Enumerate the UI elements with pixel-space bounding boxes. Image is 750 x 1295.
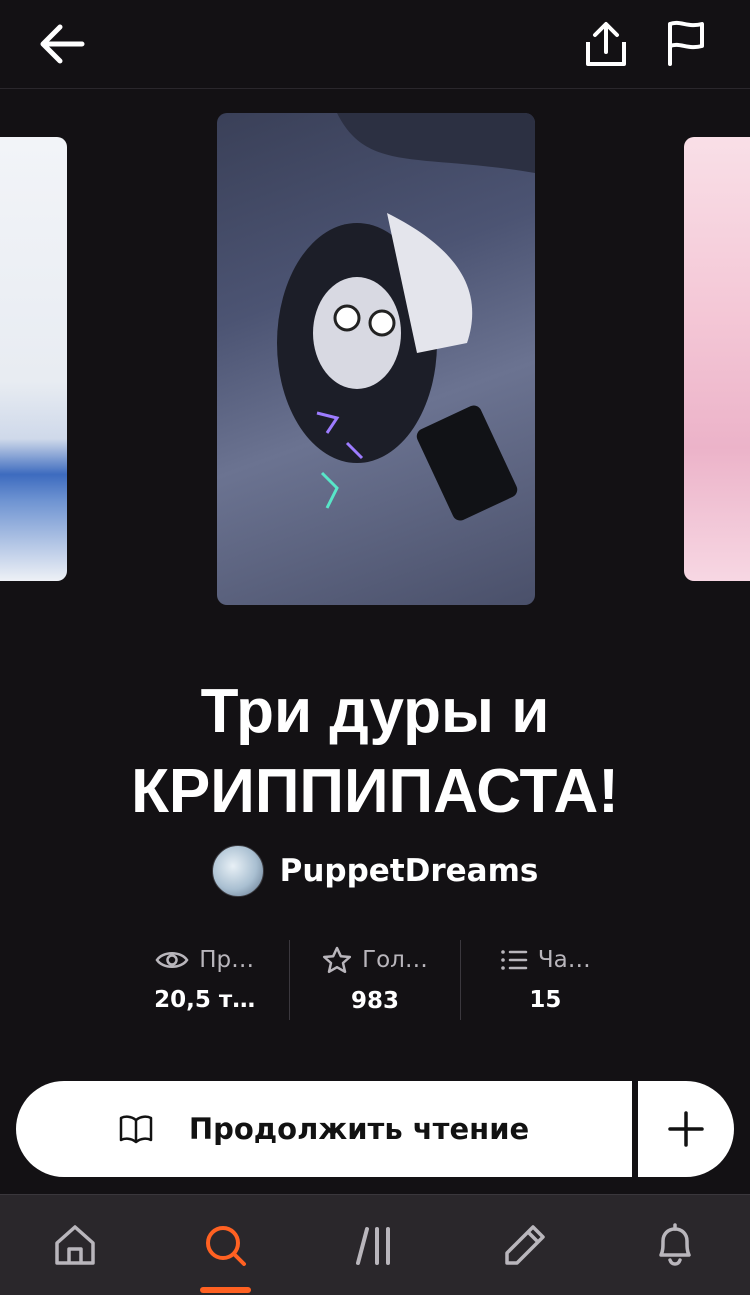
library-icon	[356, 1227, 390, 1265]
star-icon	[323, 946, 352, 974]
home-icon	[55, 1225, 95, 1265]
stat-parts: Ча… 15	[459, 940, 630, 1020]
avatar[interactable]	[211, 845, 264, 897]
bell-icon	[659, 1223, 691, 1266]
stat-label: Гол…	[362, 947, 428, 973]
story-title: Три дуры и КРИППИПАСТА!	[40, 672, 710, 832]
stats-row: Пр… 20,5 т… Гол… 983 Ча… 15	[120, 940, 630, 1020]
share-button[interactable]	[574, 14, 638, 74]
bottom-nav	[0, 1194, 750, 1295]
stat-value: 15	[529, 987, 562, 1013]
story-title-line2: КРИППИПАСТА!	[131, 757, 619, 826]
cover-illustration	[277, 113, 535, 521]
nav-search[interactable]	[170, 1195, 280, 1295]
add-to-library-button[interactable]	[638, 1081, 734, 1177]
nav-home[interactable]	[20, 1195, 130, 1295]
search-icon	[206, 1226, 246, 1266]
story-title-line1: Три дуры и	[200, 677, 550, 746]
nav-library[interactable]	[320, 1195, 430, 1295]
plus-icon	[668, 1111, 704, 1147]
continue-reading-button[interactable]: Продолжить чтение	[16, 1081, 632, 1177]
arrow-left-icon	[40, 24, 85, 64]
nav-write[interactable]	[470, 1195, 580, 1295]
cover-image[interactable]	[217, 113, 535, 605]
book-icon	[119, 1115, 153, 1144]
flag-icon	[668, 20, 704, 66]
list-icon	[501, 950, 528, 970]
author-name[interactable]: PuppetDreams	[280, 853, 539, 889]
cover-image[interactable]	[684, 137, 750, 581]
nav-notifications[interactable]	[620, 1195, 730, 1295]
stat-label: Ча…	[537, 947, 591, 973]
stat-value: 983	[350, 988, 399, 1014]
active-tab-indicator	[200, 1287, 251, 1293]
stat-reads: Пр… 20,5 т…	[120, 940, 289, 1020]
cover-carousel[interactable]	[0, 89, 750, 649]
stat-label: Пр…	[199, 947, 255, 973]
stat-value: 20,5 т…	[154, 987, 256, 1013]
top-bar	[0, 0, 750, 89]
report-button[interactable]	[654, 12, 718, 72]
eye-icon	[155, 952, 189, 968]
continue-reading-label: Продолжить чтение	[188, 1112, 530, 1146]
author-row[interactable]: PuppetDreams	[0, 845, 750, 897]
write-icon	[505, 1225, 545, 1265]
stat-votes: Гол… 983	[289, 940, 459, 1020]
share-icon	[586, 22, 626, 66]
cover-image[interactable]	[0, 137, 67, 581]
back-button[interactable]	[30, 14, 94, 74]
